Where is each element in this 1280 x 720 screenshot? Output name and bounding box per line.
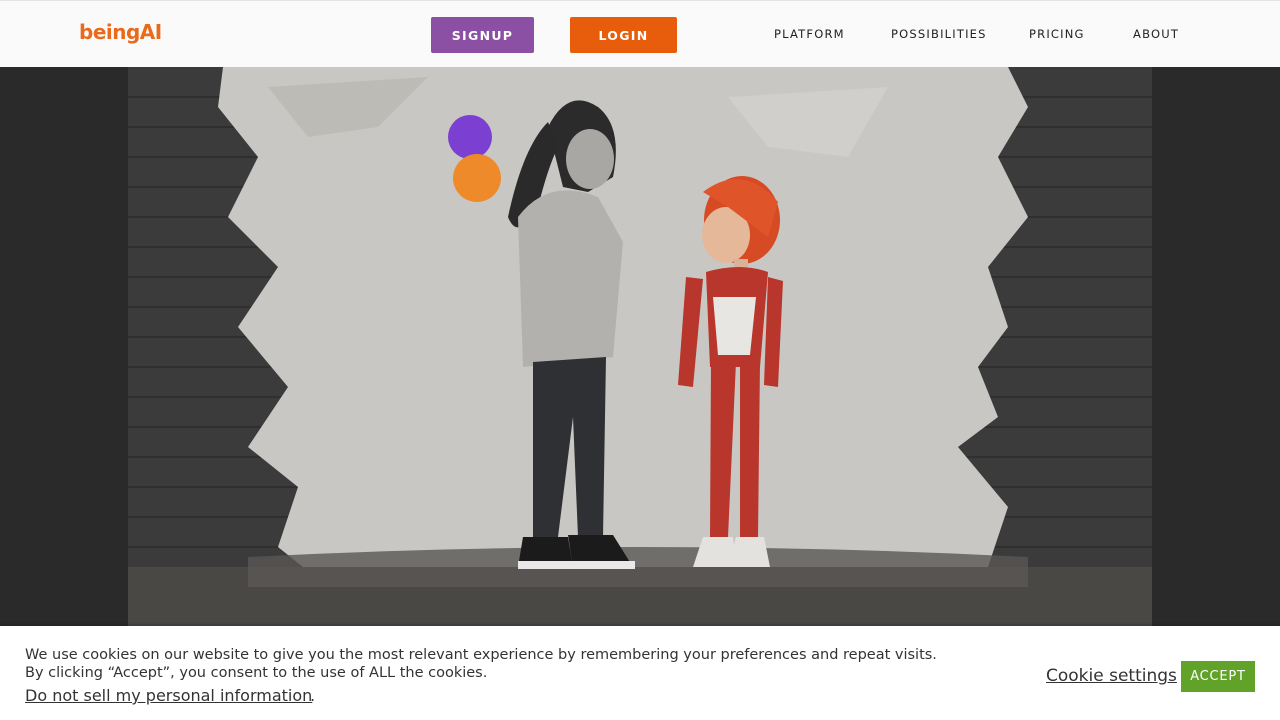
- login-button[interactable]: LOGIN: [570, 17, 677, 53]
- purple-paint-splash: [448, 115, 492, 159]
- do-not-sell-period: .: [310, 686, 316, 705]
- cookie-message-line-1: We use cookies on our website to give yo…: [25, 647, 937, 663]
- signup-button[interactable]: SIGNUP: [431, 17, 534, 53]
- cookie-banner: We use cookies on our website to give yo…: [0, 626, 1280, 720]
- logo[interactable]: beingAI: [79, 20, 162, 44]
- orange-paint-splash: [453, 154, 501, 202]
- cookie-message-line-2: By clicking “Accept”, you consent to the…: [25, 665, 488, 681]
- accept-button[interactable]: ACCEPT: [1181, 661, 1255, 692]
- nav-platform[interactable]: PLATFORM: [774, 27, 845, 41]
- cookie-message: We use cookies on our website to give yo…: [25, 646, 937, 682]
- nav-possibilities[interactable]: POSSIBILITIES: [891, 27, 987, 41]
- plaster-patch: [218, 67, 1028, 587]
- cookie-settings-link[interactable]: Cookie settings: [1046, 666, 1177, 686]
- do-not-sell-link[interactable]: Do not sell my personal information: [25, 686, 312, 705]
- site-header: beingAI SIGNUP LOGIN PLATFORM POSSIBILIT…: [0, 0, 1280, 67]
- nav-pricing[interactable]: PRICING: [1029, 27, 1085, 41]
- hero-illustration: [128, 67, 1152, 627]
- nav-about[interactable]: ABOUT: [1133, 27, 1179, 41]
- hero-image: [128, 67, 1152, 627]
